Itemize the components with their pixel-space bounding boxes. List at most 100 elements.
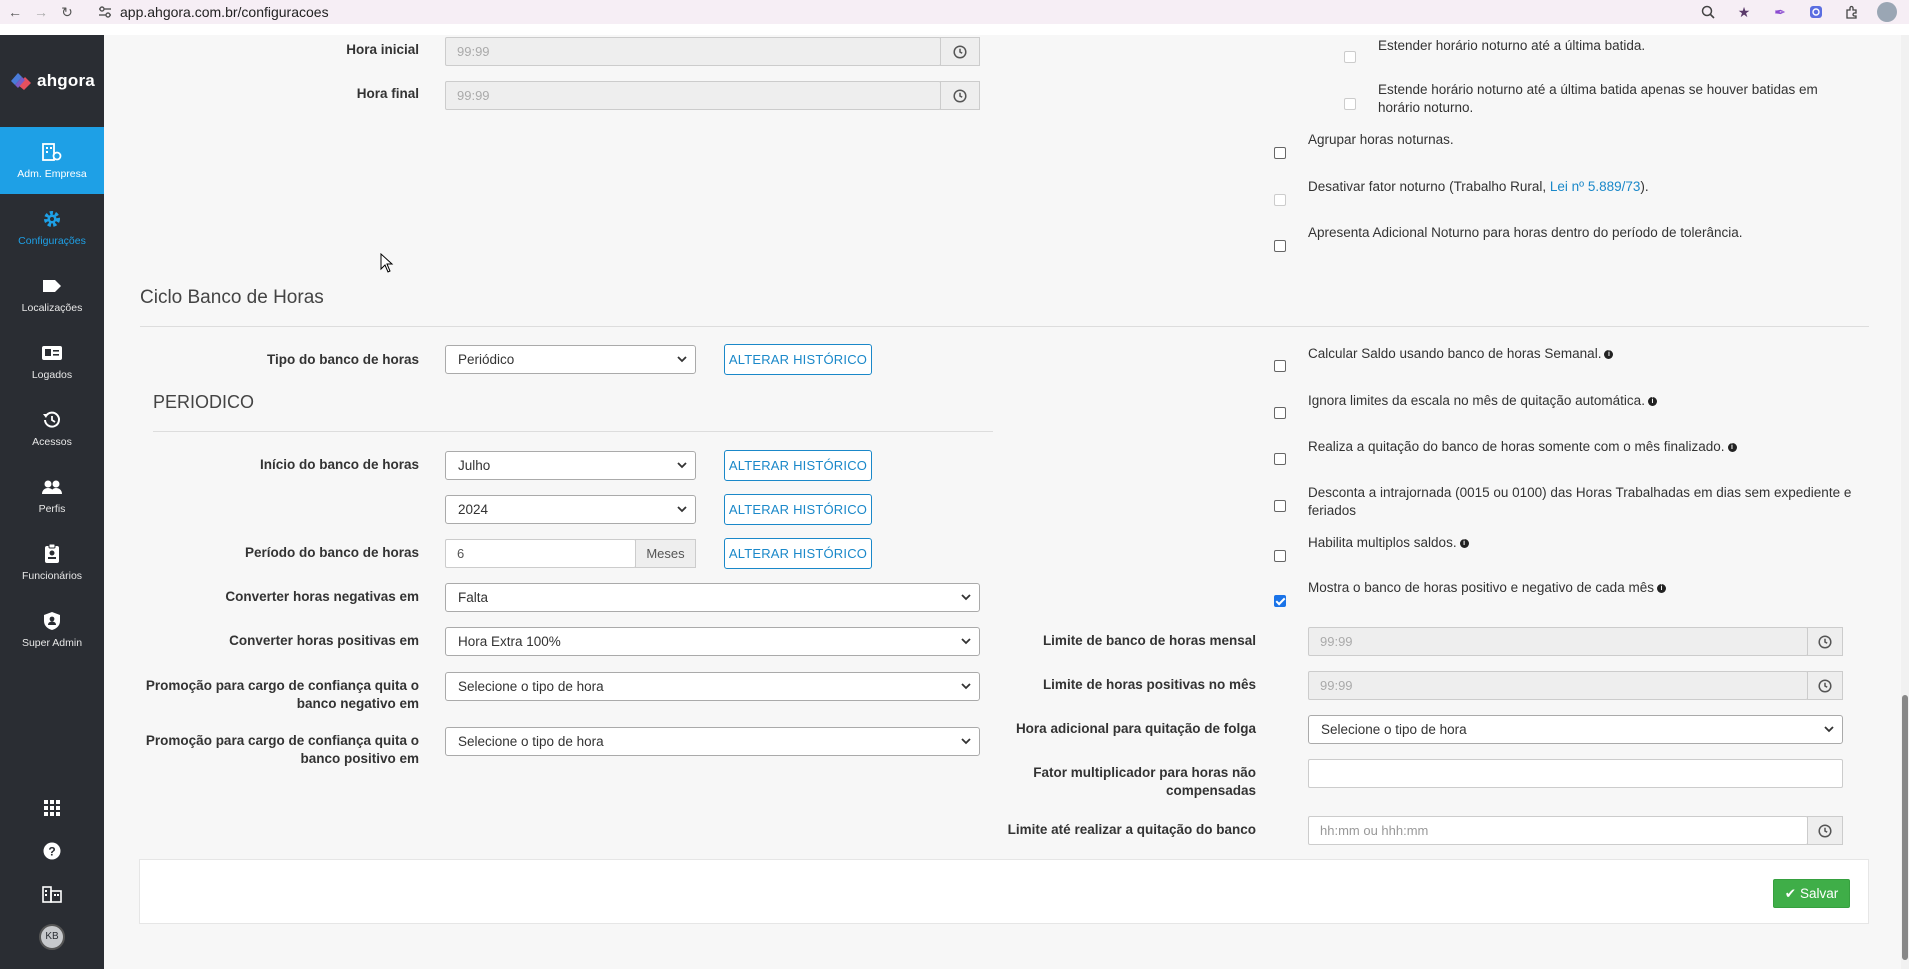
agrupar-horas-label: Agrupar horas noturnas. (1308, 132, 1454, 147)
info-icon[interactable]: i (1604, 349, 1614, 359)
agrupar-horas-checkbox[interactable] (1274, 147, 1286, 159)
help-icon[interactable]: ? (0, 829, 104, 872)
mouse-cursor-icon (380, 253, 394, 273)
ignora-limites-label: Ignora limites da escala no mês de quita… (1308, 392, 1868, 410)
pen-extension-icon[interactable]: ✒ (1769, 1, 1791, 23)
adicional-noturno-checkbox[interactable] (1274, 240, 1286, 252)
scrollbar[interactable] (1901, 35, 1909, 969)
periodo-banco-label: Período do banco de horas (244, 545, 419, 560)
chevron-down-icon (677, 356, 687, 363)
sidebar: ahgora Adm. Empresa Configurações Locali… (0, 35, 104, 969)
hora-final-label: Hora final (356, 86, 419, 101)
promo-negativo-select[interactable]: Selecione o tipo de hora (445, 672, 980, 701)
tipo-banco-label: Tipo do banco de horas (266, 352, 419, 367)
main-content: Hora inicial 99:99 Hora final 99:99 Este… (104, 35, 1909, 969)
mostra-banco-label: Mostra o banco de horas positivo e negat… (1308, 579, 1868, 597)
forward-icon[interactable]: → (30, 1, 52, 23)
sidebar-item-perfis[interactable]: Perfis (0, 462, 104, 529)
quitacao-mes-finalizado-checkbox[interactable] (1274, 453, 1286, 465)
gear-icon (41, 209, 63, 229)
meses-addon: Meses (635, 539, 696, 568)
hora-inicial-label: Hora inicial (346, 42, 419, 57)
alterar-historico-ano-button[interactable]: ALTERAR HISTÓRICO (724, 494, 872, 525)
converter-negativas-select[interactable]: Falta (445, 583, 980, 612)
apps-grid-icon[interactable] (0, 786, 104, 829)
alterar-historico-mes-button[interactable]: ALTERAR HISTÓRICO (724, 450, 872, 481)
periodo-banco-input[interactable]: 6 (445, 539, 636, 568)
sidebar-item-funcionarios[interactable]: Funcionários (0, 529, 104, 596)
chevron-down-icon (677, 506, 687, 513)
desconta-intrajornada-label: Desconta a intrajornada (0015 ou 0100) d… (1308, 485, 1852, 518)
inicio-banco-label: Início do banco de horas (259, 457, 419, 472)
sidebar-item-logados[interactable]: Logados (0, 328, 104, 395)
sidebar-item-adm-empresa[interactable]: Adm. Empresa (0, 127, 104, 194)
clock-icon (1807, 627, 1843, 656)
mostra-banco-checkbox[interactable] (1274, 595, 1286, 607)
alterar-historico-periodo-button[interactable]: ALTERAR HISTÓRICO (724, 538, 872, 569)
puzzle-icon[interactable] (1841, 1, 1863, 23)
sidebar-item-acessos[interactable]: Acessos (0, 395, 104, 462)
limite-quitacao-label: Limite até realizar a quitação do banco (1007, 822, 1256, 837)
hora-final-input: 99:99 (445, 81, 941, 110)
bookmark-star-icon[interactable]: ★ (1733, 1, 1755, 23)
profile-avatar-icon[interactable] (1877, 2, 1897, 22)
desconta-intrajornada-checkbox[interactable] (1274, 500, 1286, 512)
lei-link[interactable]: Lei nº 5.889/73 (1550, 179, 1641, 194)
id-card-icon (41, 343, 63, 363)
hora-adicional-label: Hora adicional para quitação de folga (1015, 721, 1256, 736)
browser-toolbar: ← → ↻ app.ahgora.com.br/configuracoes ★ … (0, 0, 1909, 24)
zoom-icon[interactable] (1697, 1, 1719, 23)
info-icon[interactable]: i (1656, 583, 1666, 593)
sidebar-item-super-admin[interactable]: Super Admin (0, 596, 104, 663)
reload-icon[interactable]: ↻ (56, 1, 78, 23)
limite-positivas-input: 99:99 (1308, 671, 1808, 700)
user-avatar[interactable]: KB (0, 915, 104, 958)
chevron-down-icon (677, 462, 687, 469)
svg-text:?: ? (48, 844, 55, 858)
multiplos-saldos-checkbox[interactable] (1274, 550, 1286, 562)
promo-positivo-label: Promoção para cargo de confiança quita o… (145, 733, 419, 766)
limite-mensal-input: 99:99 (1308, 627, 1808, 656)
site-info-icon[interactable] (94, 1, 116, 23)
logo-icon (9, 71, 33, 91)
desativar-fator-checkbox[interactable] (1274, 194, 1286, 206)
tag-icon (41, 276, 63, 296)
inicio-mes-select[interactable]: Julho (445, 451, 696, 480)
limite-quitacao-input[interactable]: hh:mm ou hhh:mm (1308, 816, 1808, 845)
back-icon[interactable]: ← (4, 1, 26, 23)
saldo-semanal-checkbox[interactable] (1274, 360, 1286, 372)
history-icon (41, 410, 63, 430)
extension-icon[interactable] (1805, 1, 1827, 23)
section-divider (140, 326, 1869, 327)
address-bar[interactable]: app.ahgora.com.br/configuracoes (120, 4, 329, 20)
periodico-divider (153, 431, 993, 432)
company-building-icon[interactable] (0, 872, 104, 915)
inicio-ano-select[interactable]: 2024 (445, 495, 696, 524)
ignora-limites-checkbox[interactable] (1274, 407, 1286, 419)
clock-icon (940, 81, 980, 110)
tipo-banco-select[interactable]: Periódico (445, 345, 696, 374)
alterar-historico-tipo-button[interactable]: ALTERAR HISTÓRICO (724, 344, 872, 375)
info-icon[interactable]: i (1647, 396, 1657, 406)
clock-icon (1807, 671, 1843, 700)
clock-icon (1807, 816, 1843, 845)
desativar-fator-label: Desativar fator noturno (Trabalho Rural,… (1308, 179, 1649, 194)
info-icon[interactable]: i (1459, 538, 1469, 548)
sidebar-item-configuracoes[interactable]: Configurações (0, 194, 104, 261)
scrollbar-thumb[interactable] (1902, 695, 1908, 960)
converter-positivas-select[interactable]: Hora Extra 100% (445, 627, 980, 656)
promo-positivo-select[interactable]: Selecione o tipo de hora (445, 727, 980, 756)
saldo-semanal-label: Calcular Saldo usando banco de horas Sem… (1308, 345, 1868, 363)
limite-mensal-label: Limite de banco de horas mensal (1042, 633, 1256, 648)
chevron-down-icon (961, 683, 971, 690)
hora-adicional-select[interactable]: Selecione o tipo de hora (1308, 715, 1843, 744)
footer-panel (139, 859, 1869, 924)
estende-horario-batidas-checkbox[interactable] (1344, 98, 1356, 110)
estender-horario-checkbox[interactable] (1344, 51, 1356, 63)
fator-multiplicador-input[interactable] (1308, 759, 1843, 788)
save-button[interactable]: ✔ Salvar (1773, 879, 1850, 908)
sidebar-item-localizacoes[interactable]: Localizações (0, 261, 104, 328)
ahgora-logo[interactable]: ahgora (0, 35, 104, 127)
multiplos-saldos-label: Habilita multiplos saldos. i (1308, 534, 1868, 552)
info-icon[interactable]: i (1727, 442, 1737, 452)
